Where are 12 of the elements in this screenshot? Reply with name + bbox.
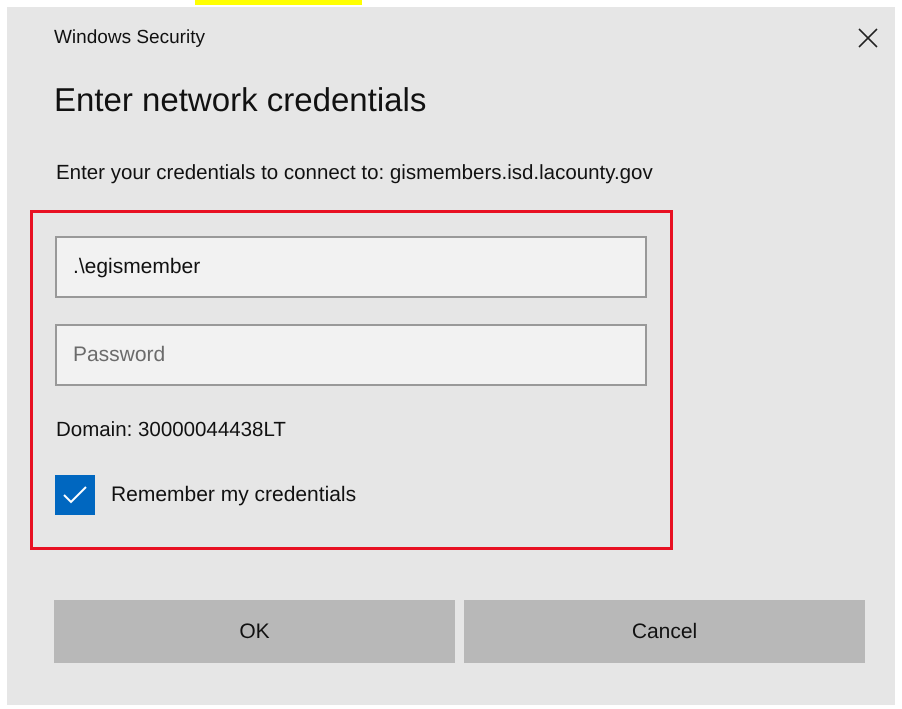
remember-checkbox[interactable] [55,475,95,515]
dialog-heading: Enter network credentials [54,81,428,119]
cancel-button[interactable]: Cancel [464,600,865,663]
close-icon[interactable] [857,27,879,49]
check-icon [62,485,88,505]
remember-label: Remember my credentials [111,483,356,507]
ok-button[interactable]: OK [54,600,455,663]
password-field[interactable]: Password [55,324,647,386]
connect-message: Enter your credentials to connect to: gismembers.isd.lacounty.gov [56,161,654,185]
username-field[interactable]: .\egismember [55,236,647,298]
window-title: Windows Security [54,27,205,49]
domain-label: Domain: 30000044438LT [56,418,287,442]
